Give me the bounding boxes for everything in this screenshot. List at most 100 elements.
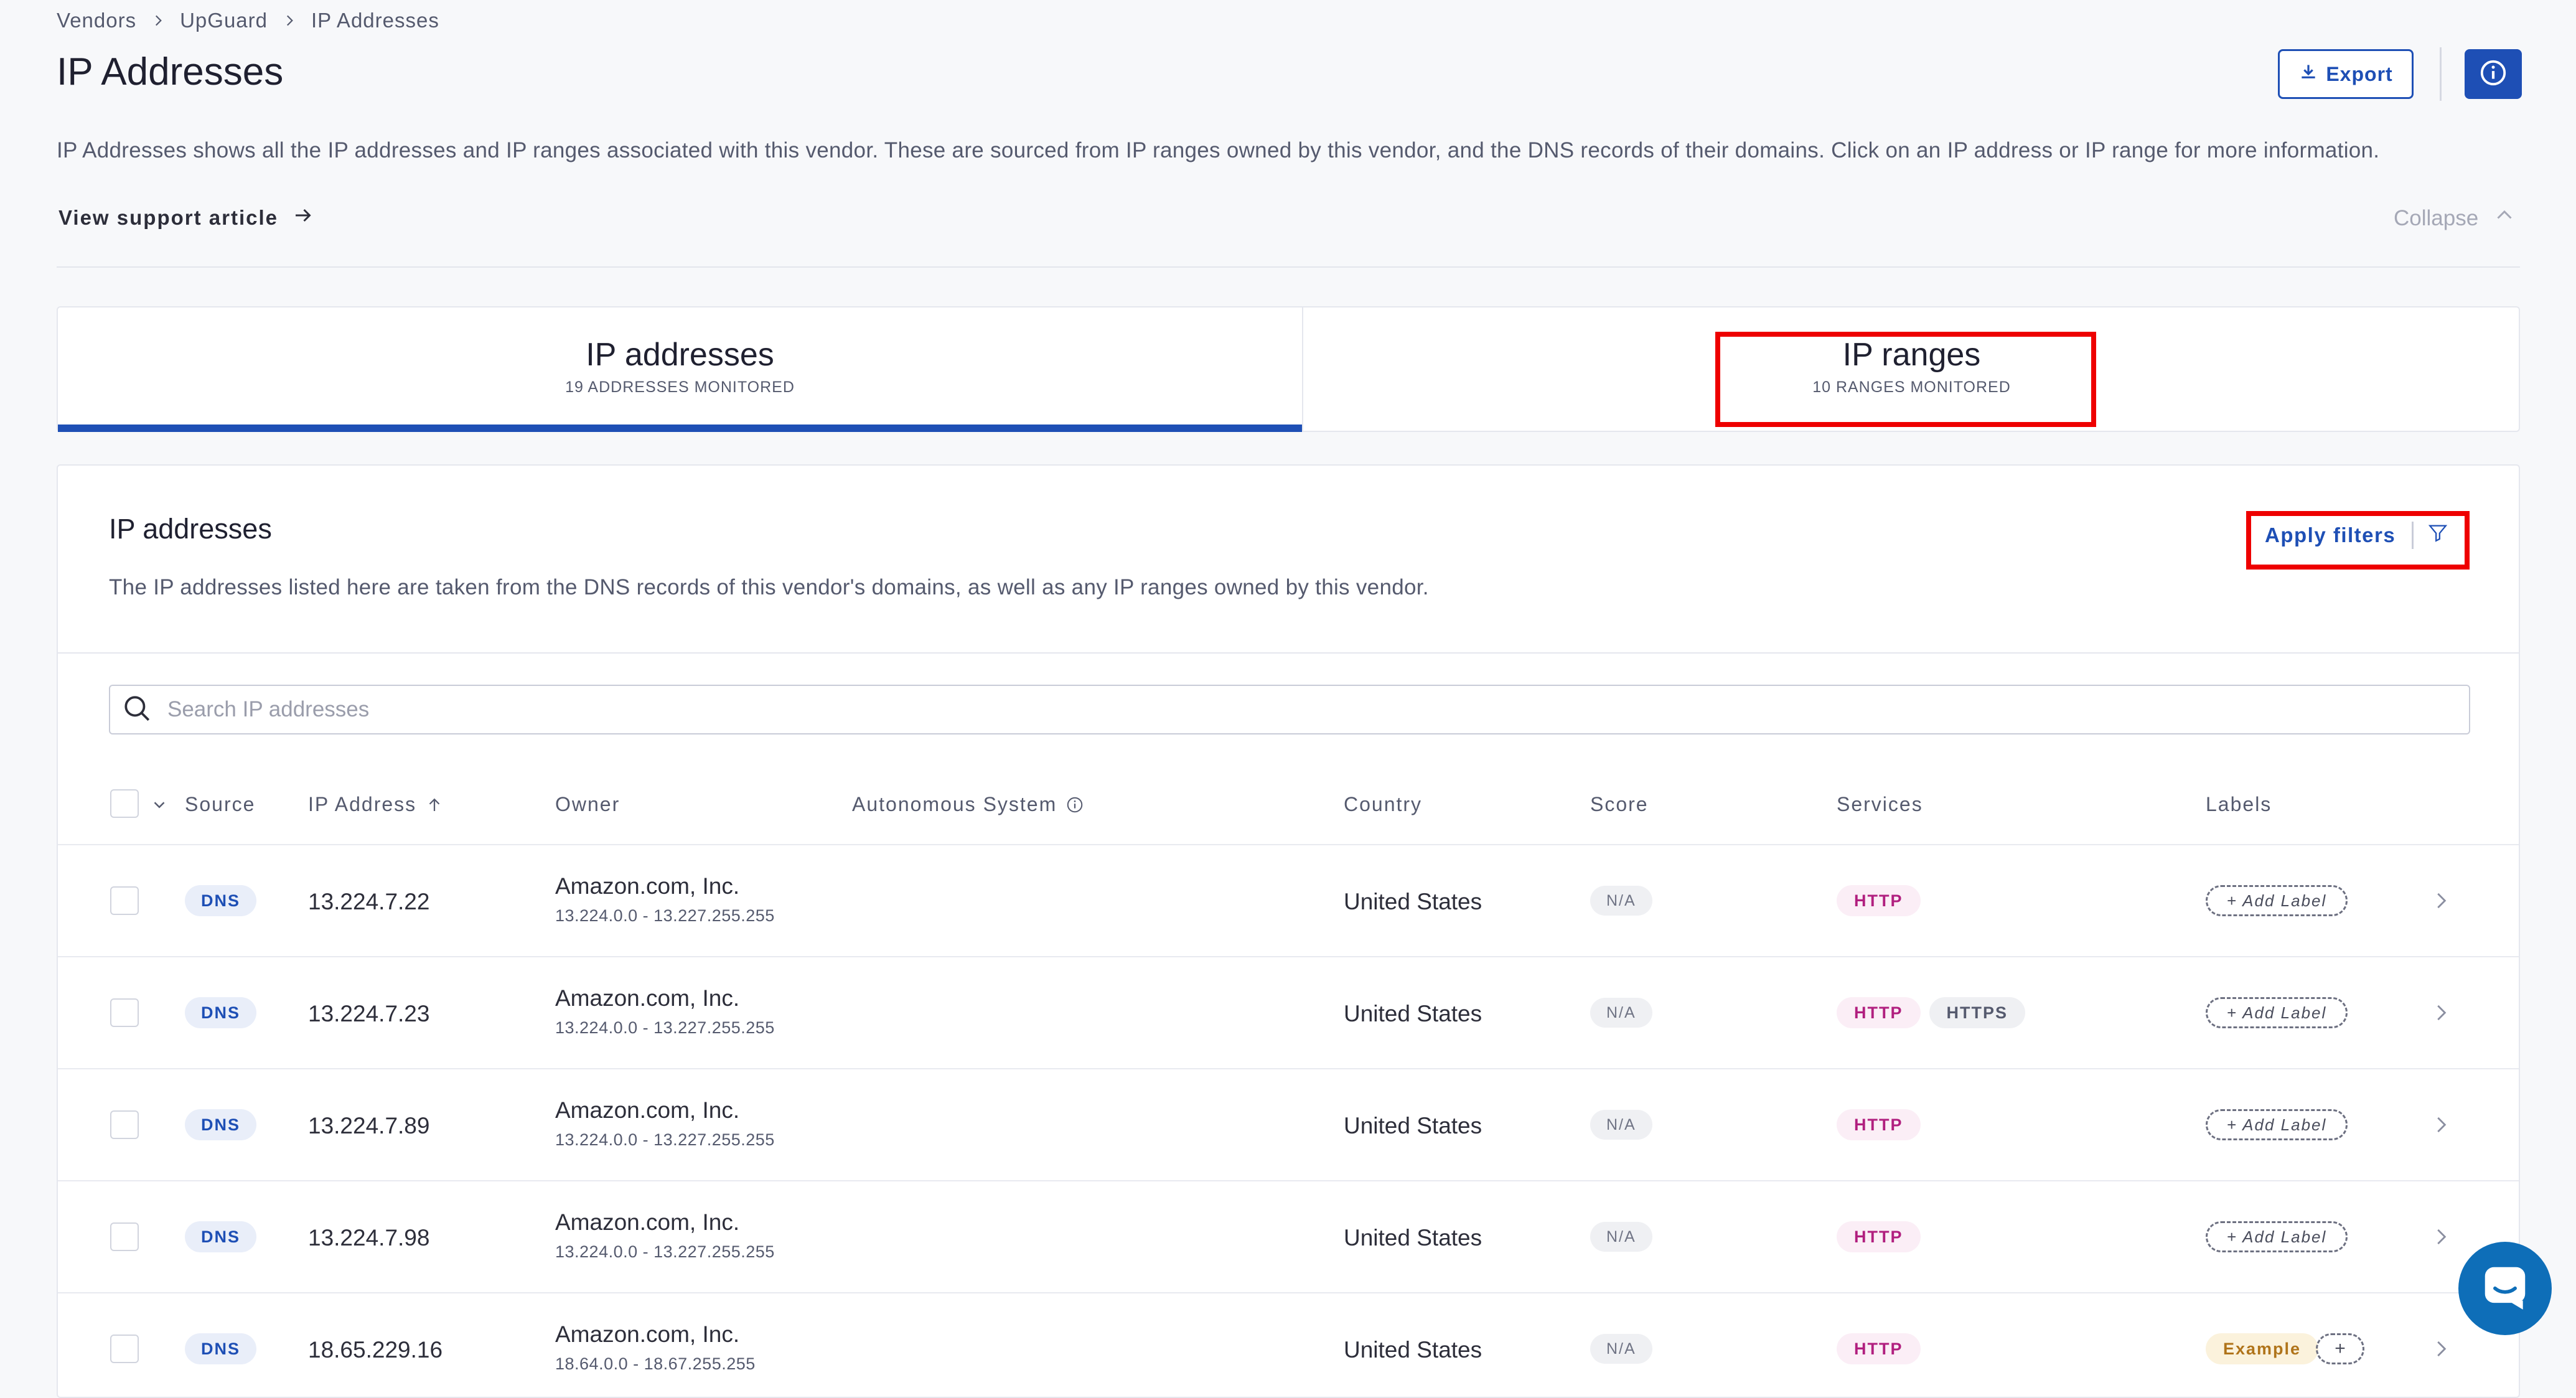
service-badge-http: HTTP	[1837, 885, 1921, 916]
card-description: The IP addresses listed here are taken f…	[109, 575, 1429, 599]
column-label: Country	[1344, 793, 1423, 815]
row-divider	[58, 1180, 2519, 1181]
row-divider	[58, 956, 2519, 957]
column-label: Owner	[555, 793, 621, 815]
services-list: HTTP HTTPS	[1837, 997, 2026, 1028]
chevron-right-icon[interactable]	[2429, 1001, 2453, 1025]
collapse-label: Collapse	[2394, 205, 2479, 230]
add-label-button[interactable]: + Add Label	[2206, 1221, 2348, 1252]
column-score[interactable]: Score	[1590, 793, 1649, 816]
owner-name: Amazon.com, Inc.	[555, 1321, 740, 1347]
active-tab-indicator	[58, 425, 1302, 432]
services-list: HTTP	[1837, 1109, 1921, 1140]
owner-range: 13.224.0.0 - 13.227.255.255	[555, 906, 775, 925]
owner-range: 13.224.0.0 - 13.227.255.255	[555, 1242, 775, 1261]
add-label-button[interactable]: + Add Label	[2206, 997, 2348, 1028]
collapse-toggle[interactable]: Collapse	[2394, 204, 2516, 232]
ip-address: 13.224.7.23	[308, 1001, 430, 1026]
ip-address: 13.224.7.89	[308, 1113, 430, 1138]
breadcrumb: Vendors UpGuard IP Addresses	[57, 9, 439, 32]
search-icon	[110, 693, 152, 727]
page-title: IP Addresses	[57, 50, 284, 93]
column-label: Autonomous System	[852, 793, 1057, 815]
info-button[interactable]	[2465, 49, 2522, 99]
export-button[interactable]: Export	[2278, 49, 2414, 99]
chevron-down-icon[interactable]	[150, 795, 169, 814]
tab-label: IP ranges	[1842, 337, 1981, 373]
add-label-button[interactable]: + Add Label	[2206, 1109, 2348, 1140]
column-label: Services	[1837, 793, 1923, 815]
service-badge-http: HTTP	[1837, 1333, 1921, 1364]
breadcrumb-vendors[interactable]: Vendors	[57, 9, 136, 32]
breadcrumb-upguard[interactable]: UpGuard	[180, 9, 268, 32]
select-all-checkbox[interactable]	[110, 789, 139, 818]
ip-address: 18.65.229.16	[308, 1337, 443, 1363]
chevron-right-icon[interactable]	[2429, 1225, 2453, 1249]
services-list: HTTP	[1837, 1333, 1921, 1364]
row-checkbox[interactable]	[110, 1222, 139, 1251]
section-divider	[57, 266, 2520, 268]
source-badge: DNS	[185, 885, 257, 916]
column-autonomous-system[interactable]: Autonomous System	[852, 793, 1084, 816]
row-divider	[58, 1068, 2519, 1069]
arrow-right-icon	[292, 204, 314, 232]
search-box	[109, 685, 2470, 734]
card-title: IP addresses	[109, 513, 272, 545]
country: United States	[1344, 889, 1482, 914]
add-label-button[interactable]: +	[2316, 1333, 2364, 1364]
chevron-right-icon[interactable]	[2429, 1337, 2453, 1361]
breadcrumb-ip-addresses: IP Addresses	[311, 9, 439, 32]
score-badge: N/A	[1590, 1334, 1652, 1364]
source-badge: DNS	[185, 1109, 257, 1140]
source-badge: DNS	[185, 997, 257, 1028]
apply-filters-button[interactable]: Apply filters	[2265, 513, 2469, 558]
view-support-article-link[interactable]: View support article	[59, 204, 314, 232]
tab-label: IP addresses	[586, 337, 774, 373]
owner-range: 13.224.0.0 - 13.227.255.255	[555, 1130, 775, 1149]
table-header-divider	[58, 844, 2519, 845]
owner-name: Amazon.com, Inc.	[555, 1097, 740, 1123]
column-country[interactable]: Country	[1344, 793, 1422, 816]
owner-range: 18.64.0.0 - 18.67.255.255	[555, 1354, 756, 1373]
service-badge-http: HTTP	[1837, 1109, 1921, 1140]
row-divider	[58, 1292, 2519, 1293]
source-badge: DNS	[185, 1221, 257, 1252]
column-ip-address[interactable]: IP Address	[308, 793, 444, 816]
chevron-right-icon[interactable]	[2429, 1113, 2453, 1137]
services-list: HTTP	[1837, 1221, 1921, 1252]
header-divider	[2440, 47, 2442, 101]
country: United States	[1344, 1001, 1482, 1026]
column-label: IP Address	[308, 793, 417, 815]
ip-address: 13.224.7.22	[308, 889, 430, 914]
row-checkbox[interactable]	[110, 886, 139, 915]
label-tag-example[interactable]: Example	[2206, 1333, 2319, 1364]
sort-ascending-icon	[429, 798, 440, 811]
score-badge: N/A	[1590, 1110, 1652, 1140]
page-description: IP Addresses shows all the IP addresses …	[57, 138, 2380, 162]
chevron-right-icon[interactable]	[2429, 889, 2453, 912]
ip-addresses-card: IP addresses The IP addresses listed her…	[57, 464, 2520, 1398]
tab-ip-ranges[interactable]: IP ranges 10 RANGES MONITORED	[1303, 307, 2520, 431]
column-label: Labels	[2206, 793, 2272, 815]
add-label-button[interactable]: + Add Label	[2206, 885, 2348, 916]
column-owner[interactable]: Owner	[555, 793, 620, 816]
score-badge: N/A	[1590, 1222, 1652, 1252]
support-link-label: View support article	[59, 206, 278, 229]
column-labels[interactable]: Labels	[2206, 793, 2272, 816]
search-input[interactable]	[166, 697, 2347, 723]
column-source[interactable]: Source	[185, 793, 255, 816]
card-divider	[58, 652, 2519, 654]
row-checkbox[interactable]	[110, 998, 139, 1027]
tab-ip-addresses[interactable]: IP addresses 19 ADDRESSES MONITORED	[58, 307, 1303, 432]
service-badge-http: HTTP	[1837, 997, 1921, 1028]
chat-icon	[2478, 1260, 2532, 1317]
info-icon[interactable]	[1066, 795, 1084, 814]
score-badge: N/A	[1590, 886, 1652, 916]
row-checkbox[interactable]	[110, 1110, 139, 1139]
column-label: Score	[1590, 793, 1649, 815]
info-icon	[2479, 59, 2508, 90]
tab-count: 19 ADDRESSES MONITORED	[565, 378, 795, 396]
row-checkbox[interactable]	[110, 1335, 139, 1363]
column-services[interactable]: Services	[1837, 793, 1923, 816]
chat-launcher-button[interactable]	[2458, 1242, 2552, 1335]
